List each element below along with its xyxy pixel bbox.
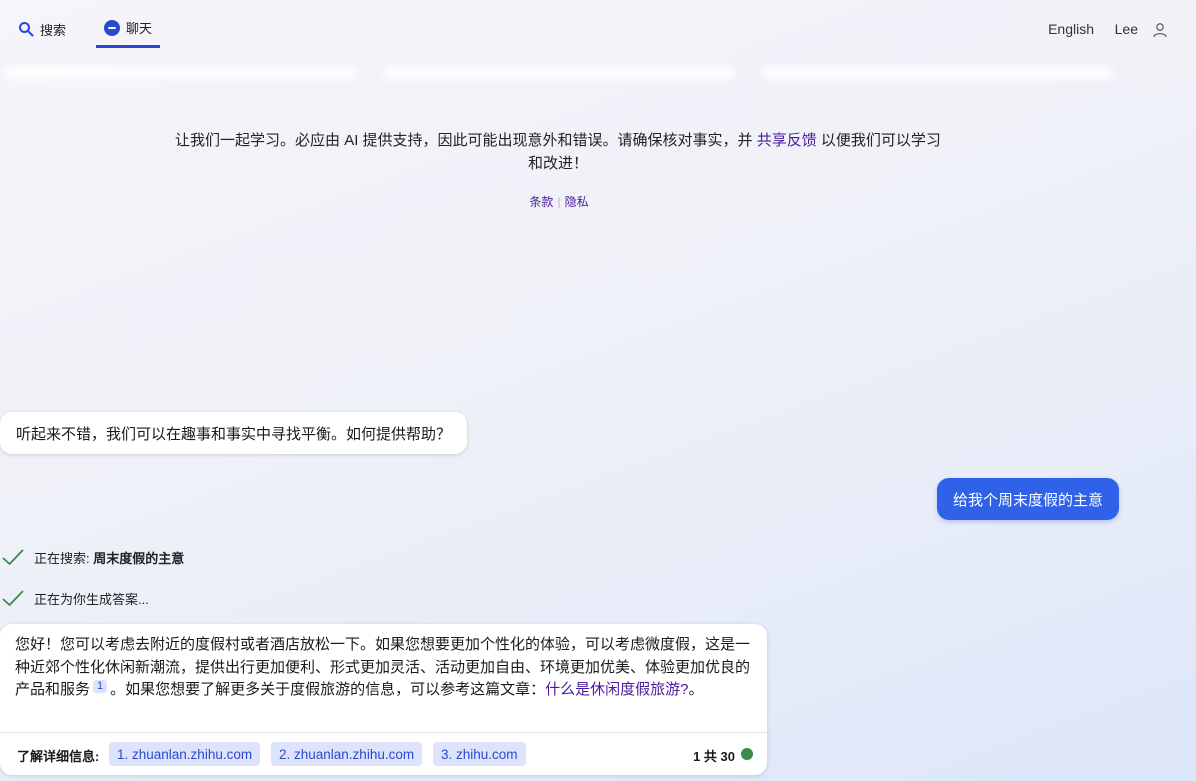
divider: | (557, 195, 561, 209)
bot-answer-text: 您好！您可以考虑去附近的度假村或者酒店放松一下。如果您想要更加个性化的体验，可以… (15, 634, 755, 702)
blurred-suggestion-1 (4, 66, 356, 80)
turn-counter: 1 共 30 (693, 749, 735, 764)
intro-text: 让我们一起学习。必应由 AI 提供支持，因此可能出现意外和错误。请确保核对事实，… (175, 132, 753, 149)
turn-status-dot (741, 748, 753, 760)
check-icon (2, 590, 24, 606)
answer-footer: 了解详细信息: 1. zhuanlan.zhihu.com 2. zhuanla… (0, 732, 767, 775)
intro-disclaimer: 让我们一起学习。必应由 AI 提供支持，因此可能出现意外和错误。请确保核对事实，… (170, 129, 946, 175)
user-message: 给我个周末度假的主意 (936, 478, 1119, 520)
top-header: 搜索 聊天 English Lee (0, 0, 1196, 60)
terms-link[interactable]: 条款 (529, 195, 553, 209)
tab-search-label: 搜索 (40, 22, 67, 38)
status-search-query: 周末度假的主意 (93, 550, 185, 566)
share-feedback-link[interactable]: 共享反馈 (757, 132, 817, 149)
article-link[interactable]: 什么是休闲度假旅游? (545, 681, 688, 698)
tab-chat[interactable]: 聊天 (96, 10, 161, 48)
status-generating: 正在为你生成答案... (2, 588, 149, 608)
citation-badge[interactable]: 1 (93, 680, 108, 693)
bot-answer-card: 您好！您可以考虑去附近的度假村或者酒店放松一下。如果您想要更加个性化的体验，可以… (0, 624, 767, 775)
check-icon (2, 549, 24, 565)
privacy-link[interactable]: 隐私 (565, 195, 589, 209)
tab-search[interactable]: 搜索 (18, 10, 66, 48)
user-icon[interactable] (1152, 22, 1168, 38)
bot-message: 听起来不错，我们可以在趣事和事实中寻找平衡。如何提供帮助？ (0, 412, 468, 454)
user-name[interactable]: Lee (1115, 21, 1138, 37)
learn-more-label: 了解详细信息: (17, 749, 100, 764)
status-generating-text: 正在为你生成答案... (34, 591, 149, 607)
blurred-suggestion-2 (383, 66, 735, 80)
answer-text-part: 。 (688, 681, 704, 698)
source-link-2[interactable]: 2. zhuanlan.zhihu.com (271, 742, 423, 766)
chat-icon (104, 19, 120, 36)
language-switch[interactable]: English (1048, 21, 1094, 37)
source-link-3[interactable]: 3. zhihu.com (433, 742, 526, 766)
tab-chat-label: 聊天 (126, 21, 153, 36)
source-link-1[interactable]: 1. zhuanlan.zhihu.com (109, 742, 261, 766)
status-search-label: 正在搜索: (34, 550, 94, 566)
status-searching: 正在搜索: 周末度假的主意 (2, 547, 184, 567)
blurred-suggestion-3 (762, 66, 1114, 80)
search-icon (19, 22, 34, 37)
answer-text-part: 。如果您想要了解更多关于度假旅游的信息，可以参考这篇文章： (110, 681, 546, 698)
legal-links: 条款 | 隐私 (0, 193, 1118, 210)
